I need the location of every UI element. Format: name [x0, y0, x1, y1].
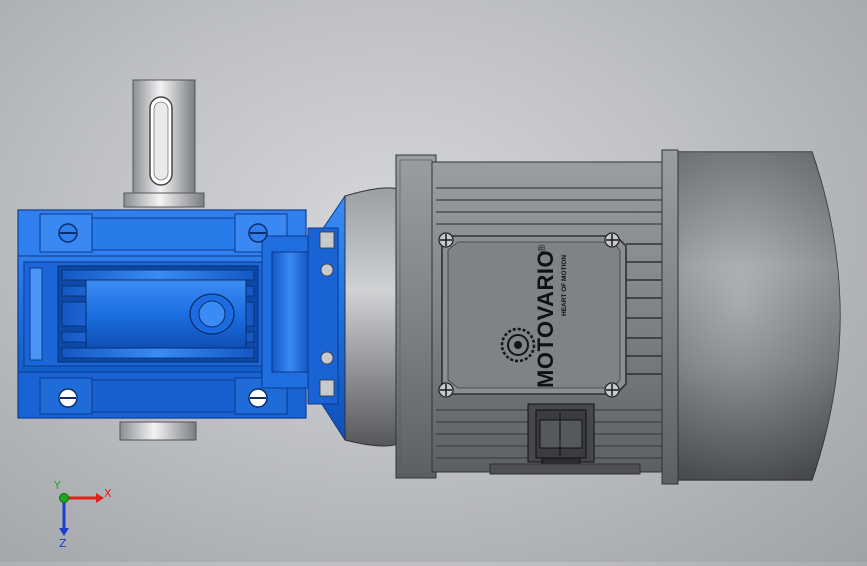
- motor-nameplate[interactable]: MOTOVARIO ® HEART OF MOTION: [438, 232, 627, 398]
- screw-icon: [604, 382, 620, 398]
- screw-icon: [58, 223, 78, 243]
- triad-icon: X Y Z: [53, 479, 112, 550]
- brand-name: MOTOVARIO: [533, 250, 558, 388]
- screw-icon: [604, 232, 620, 248]
- worm-gearbox[interactable]: [17, 209, 313, 419]
- graphics-viewport[interactable]: MOTOVARIO ® HEART OF MOTION X Y Z: [0, 0, 867, 562]
- screw-icon: [438, 382, 454, 398]
- housing-slot: [489, 463, 641, 475]
- brand-tagline: HEART OF MOTION: [561, 255, 568, 316]
- output-shaft-bottom[interactable]: [119, 421, 197, 441]
- z-axis-label: Z: [59, 537, 67, 550]
- x-axis-label: X: [104, 487, 112, 500]
- screw-icon: [248, 223, 268, 243]
- brand-registered-mark: ®: [537, 244, 548, 252]
- y-axis-label: Y: [53, 479, 61, 492]
- cad-model-view[interactable]: MOTOVARIO ® HEART OF MOTION X Y Z: [0, 0, 867, 562]
- cable-gland[interactable]: [527, 403, 595, 469]
- screw-icon: [438, 232, 454, 248]
- screw-icon: [58, 388, 78, 408]
- screw-icon: [248, 388, 268, 408]
- output-shaft[interactable]: [123, 79, 205, 208]
